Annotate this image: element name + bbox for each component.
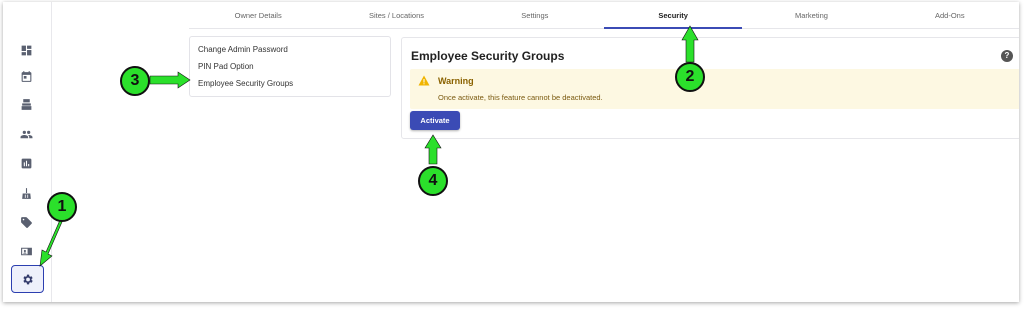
submenu-pin-pad-option[interactable]: PIN Pad Option	[198, 61, 382, 78]
app-window: Owner Details Sites / Locations Settings…	[3, 2, 1019, 302]
sidebar	[3, 2, 52, 302]
help-icon[interactable]: ?	[1001, 50, 1013, 62]
warning-icon	[418, 75, 430, 86]
tab-settings[interactable]: Settings	[466, 2, 604, 28]
tab-security[interactable]: Security	[603, 2, 743, 29]
id-card-icon[interactable]	[16, 241, 36, 261]
callout-four: 4	[418, 166, 448, 196]
submenu-change-admin-password[interactable]: Change Admin Password	[198, 44, 382, 61]
top-tabs: Owner Details Sites / Locations Settings…	[189, 2, 1019, 29]
submenu-employee-security-groups[interactable]: Employee Security Groups	[198, 78, 382, 95]
panel-title: Employee Security Groups	[411, 49, 565, 63]
warning-banner: Warning Once activate, this feature cann…	[410, 69, 1019, 109]
tab-add-ons[interactable]: Add-Ons	[881, 2, 1019, 28]
tag-icon[interactable]	[16, 212, 36, 232]
reports-icon[interactable]	[16, 153, 36, 173]
settings-icon[interactable]	[11, 265, 44, 293]
calendar-icon[interactable]	[16, 66, 36, 86]
security-submenu: Change Admin Password PIN Pad Option Emp…	[189, 36, 391, 97]
warning-text: Once activate, this feature cannot be de…	[438, 93, 603, 102]
activate-button[interactable]: Activate	[410, 111, 460, 130]
register-icon[interactable]	[16, 94, 36, 114]
people-icon[interactable]	[16, 124, 36, 144]
callout-one: 1	[47, 192, 77, 222]
tab-owner-details[interactable]: Owner Details	[189, 2, 327, 28]
dashboard-icon[interactable]	[16, 40, 36, 60]
callout-three: 3	[120, 66, 150, 96]
callout-two: 2	[675, 62, 705, 92]
security-groups-panel: Employee Security Groups ? Warning Once …	[401, 37, 1019, 139]
tab-sites-locations[interactable]: Sites / Locations	[327, 2, 465, 28]
cleaning-icon[interactable]	[16, 183, 36, 203]
warning-title: Warning	[438, 76, 474, 86]
tab-marketing[interactable]: Marketing	[742, 2, 880, 28]
